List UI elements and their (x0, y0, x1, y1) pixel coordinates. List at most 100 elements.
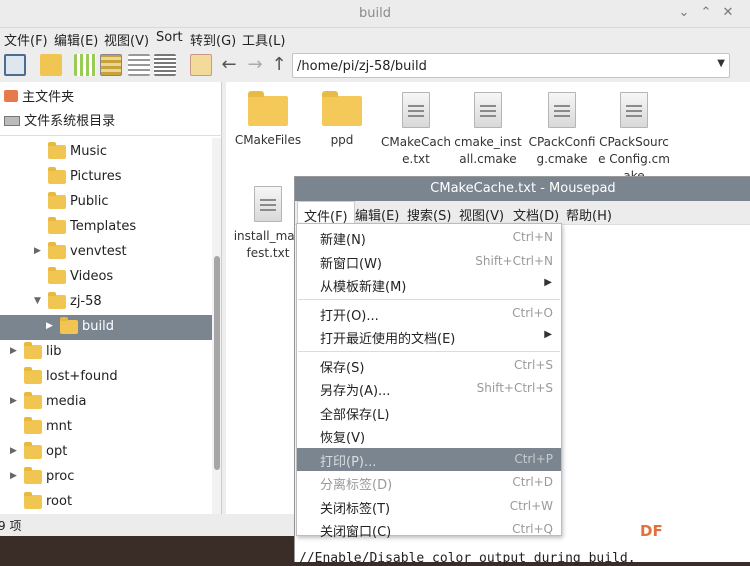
tree-item[interactable]: Public (0, 190, 212, 215)
expander-closed-icon[interactable]: ▶ (10, 446, 17, 456)
menu-item[interactable]: 保存(S) Ctrl+S (297, 354, 561, 377)
menu-item[interactable]: 全部保存(L) (297, 401, 561, 424)
watermark-logo: DF (640, 522, 663, 540)
menu-item-shortcut: Shift+Ctrl+S (476, 381, 553, 395)
sidebar-scrollbar[interactable] (212, 138, 221, 514)
item-count: 9 项 (0, 519, 22, 533)
menu-view[interactable]: 视图(V) (104, 30, 149, 49)
tree-item-label: root (46, 494, 73, 509)
tree-item[interactable]: ▼ zj-58 (0, 290, 212, 315)
menu-item-label: 保存(S) (320, 360, 365, 376)
up-icon[interactable]: ↑ (268, 54, 290, 76)
file-manager-menubar: 文件(F) 编辑(E) 视图(V) Sort 转到(G) 工具(L) (0, 28, 750, 50)
file-manager-titlebar[interactable]: build ⌄ ⌃ ✕ (0, 0, 750, 28)
file-item[interactable]: ppd (304, 88, 380, 149)
menu-file[interactable]: 文件(F) (4, 30, 48, 49)
folder-icon (48, 242, 66, 259)
tree-item[interactable]: ▶ media (0, 390, 212, 415)
compact-view-icon[interactable] (128, 54, 150, 76)
tree-item[interactable]: Pictures (0, 165, 212, 190)
file-item[interactable]: CPackSource Config.cm ake (596, 88, 672, 185)
tree-item[interactable]: ▶ lib (0, 340, 212, 365)
mp-menu-edit[interactable]: 编辑(E) (355, 205, 399, 224)
mousepad-title[interactable]: CMakeCache.txt - Mousepad (295, 177, 750, 201)
folder-icon (24, 467, 42, 484)
mp-menu-document[interactable]: 文档(D) (513, 205, 559, 224)
scrollbar-thumb[interactable] (214, 256, 220, 470)
tree-item-label: venvtest (70, 244, 127, 259)
menu-edit[interactable]: 编辑(E) (54, 30, 98, 49)
menu-item[interactable]: 新窗口(W) Shift+Ctrl+N (297, 250, 561, 273)
back-icon[interactable]: ← (218, 54, 240, 76)
expander-closed-icon[interactable]: ▶ (10, 396, 17, 406)
code-line: //Enable/Disable color output during bui… (299, 551, 636, 566)
mp-menu-search[interactable]: 搜索(S) (407, 205, 451, 224)
file-name: CMakeCach e.txt (381, 135, 451, 166)
tree-item[interactable]: ▶ opt (0, 440, 212, 465)
forward-icon[interactable]: → (244, 54, 266, 76)
submenu-arrow-icon: ▶ (544, 277, 552, 288)
new-window-icon[interactable] (4, 54, 26, 76)
menu-item[interactable]: 新建(N) Ctrl+N (297, 226, 561, 249)
tree-item-label: media (46, 394, 87, 409)
new-folder-icon[interactable] (40, 54, 62, 76)
minimize-icon[interactable]: ⌄ (676, 5, 692, 21)
file-item[interactable]: CMakeFiles (230, 88, 306, 149)
address-bar[interactable]: ▼ (292, 53, 730, 78)
menu-item[interactable]: 恢复(V) (297, 424, 561, 447)
file-item[interactable]: CMakeCach e.txt (378, 88, 454, 168)
menu-item-shortcut: Ctrl+O (512, 305, 553, 320)
menu-item[interactable]: 打印(P)... Ctrl+P (297, 447, 561, 471)
menu-tools[interactable]: 工具(L) (242, 30, 285, 49)
tree-item[interactable]: Videos (0, 265, 212, 290)
expander-closed-icon[interactable]: ▶ (10, 346, 17, 356)
home-icon (4, 90, 18, 102)
menu-item[interactable]: 关闭窗口(C) Ctrl+Q (297, 518, 561, 541)
folder-icon (248, 91, 288, 126)
menu-go[interactable]: 转到(G) (190, 30, 236, 49)
path-input[interactable] (297, 57, 697, 75)
mp-menu-file[interactable]: 文件(F) (297, 201, 355, 225)
text-file-icon (548, 92, 576, 128)
mp-menu-help[interactable]: 帮助(H) (566, 205, 612, 224)
close-icon[interactable]: ✕ (720, 5, 736, 21)
menu-item[interactable]: 打开(O)... Ctrl+O (297, 302, 561, 325)
folder-icon (24, 392, 42, 409)
home-icon[interactable] (190, 54, 212, 76)
place-filesystem-root[interactable]: 文件系统根目录 (4, 110, 115, 130)
expander-open-icon[interactable]: ▼ (34, 296, 41, 306)
menu-item[interactable]: 从模板新建(M) ▶ (297, 273, 561, 296)
text-file-icon (402, 92, 430, 128)
expander-closed-icon[interactable]: ▶ (34, 246, 41, 256)
file-item[interactable]: cmake_inst all.cmake (450, 88, 526, 168)
tree-item-label: Templates (70, 219, 137, 234)
menu-item[interactable]: 关闭标签(T) Ctrl+W (297, 495, 561, 518)
tree-item[interactable]: lost+found (0, 365, 212, 390)
tree-item-label: proc (46, 469, 75, 484)
maximize-icon[interactable]: ⌃ (698, 5, 714, 21)
menu-sort[interactable]: Sort (156, 30, 183, 45)
place-home[interactable]: 主文件夹 (4, 86, 74, 106)
mp-menu-view[interactable]: 视图(V) (459, 205, 504, 224)
place-label: 主文件夹 (22, 90, 75, 105)
menu-item-label: 另存为(A)... (320, 384, 391, 399)
filter-icon[interactable] (74, 54, 96, 76)
file-item[interactable]: CPackConfi g.cmake (524, 88, 600, 168)
file-dropdown-menu: 新建(N) Ctrl+N 新窗口(W) Shift+Ctrl+N 从模板新建(M) ▶ 打开… (296, 223, 562, 540)
icon-view-icon[interactable] (100, 54, 122, 76)
menu-item-label: 打印(P)... (320, 454, 377, 470)
expander-closed-icon[interactable]: ▶ (10, 471, 17, 481)
tree-item[interactable]: Music (0, 140, 212, 165)
list-view-icon[interactable] (154, 54, 176, 76)
tree-item[interactable]: Templates (0, 215, 212, 240)
expander-closed-icon[interactable]: ▶ (46, 321, 53, 331)
tree-item[interactable]: root (0, 490, 212, 515)
chevron-down-icon[interactable]: ▼ (717, 58, 725, 69)
tree-item[interactable]: ▶ venvtest (0, 240, 212, 265)
tree-item[interactable]: ▶ build (0, 315, 212, 340)
tree-item[interactable]: mnt (0, 415, 212, 440)
tree-item[interactable]: ▶ proc (0, 465, 212, 490)
menu-item[interactable]: 打开最近使用的文档(E) ▶ (297, 325, 561, 348)
menu-item[interactable]: 另存为(A)... Shift+Ctrl+S (297, 377, 561, 400)
menu-separator (298, 350, 560, 352)
